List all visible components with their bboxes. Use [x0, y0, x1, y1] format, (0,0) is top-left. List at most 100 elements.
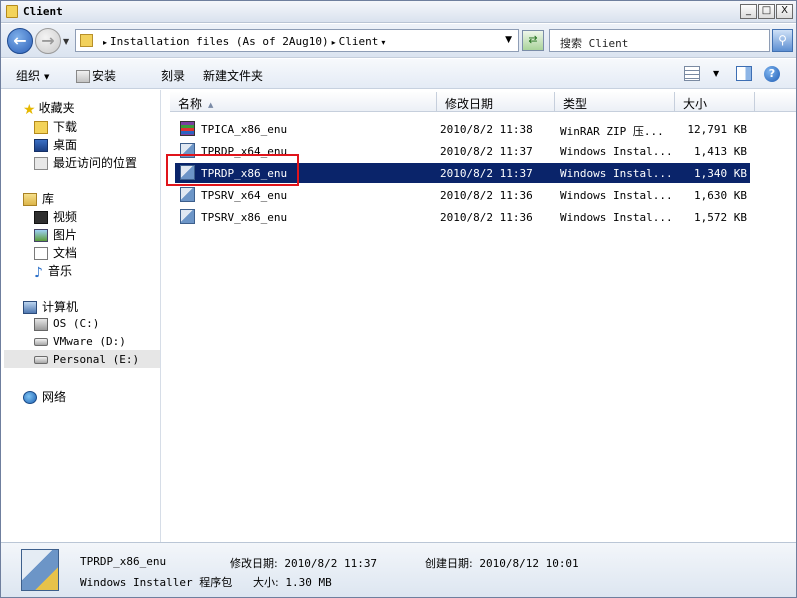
nav-label: Personal (E:): [53, 353, 140, 366]
burn-button[interactable]: 刻录: [161, 67, 185, 84]
file-modified: 2010/8/2 11:36: [440, 189, 533, 202]
msi-icon: [180, 165, 195, 180]
file-type: WinRAR ZIP 压...: [560, 125, 664, 138]
nav-downloads[interactable]: 下载: [34, 118, 77, 135]
table-row-selected[interactable]: TPRDP_x86_enu 2010/8/2 11:37 Windows Ins…: [175, 163, 750, 183]
details-created-label: 创建日期:: [425, 557, 473, 570]
file-type: Windows Instal...: [560, 189, 673, 202]
install-button[interactable]: 安装: [76, 67, 116, 84]
music-icon: ♪: [34, 265, 43, 281]
table-row[interactable]: TPSRV_x64_enu 2010/8/2 11:36 Windows Ins…: [175, 185, 750, 205]
library-icon: [23, 193, 37, 206]
address-dropdown-icon[interactable]: ▼: [505, 35, 512, 45]
nav-videos[interactable]: 视频: [34, 208, 77, 225]
chevron-down-icon[interactable]: ▼: [713, 69, 719, 78]
address-field[interactable]: ▸ Installation files (As of 2Aug10) ▸ Clien…: [75, 29, 519, 52]
details-modified-label: 修改日期:: [230, 557, 278, 570]
table-row[interactable]: TPSRV_x86_enu 2010/8/2 11:36 Windows Ins…: [175, 207, 750, 227]
nav-label: 计算机: [42, 300, 79, 314]
msi-icon: [180, 209, 195, 224]
nav-label: 下载: [53, 120, 78, 134]
maximize-button[interactable]: □: [758, 4, 775, 19]
back-button[interactable]: ←: [7, 28, 33, 54]
file-modified: 2010/8/2 11:36: [440, 211, 533, 224]
column-header-name[interactable]: 名称 ▲: [170, 92, 437, 112]
nav-favorites[interactable]: ★ 收藏夹: [23, 99, 75, 118]
breadcrumb-arrow-icon[interactable]: ▾: [381, 38, 385, 47]
msi-icon: [180, 187, 195, 202]
nav-libraries[interactable]: 库: [23, 190, 54, 207]
folder-icon: [6, 5, 18, 18]
search-input[interactable]: 搜索 Client: [549, 29, 770, 52]
details-file-type: Windows Installer 程序包: [80, 576, 233, 589]
breadcrumb-arrow-icon[interactable]: ▸: [103, 38, 107, 47]
file-size: 1,630 KB: [694, 189, 747, 202]
search-icon[interactable]: ⚲: [772, 29, 793, 52]
nav-label: 库: [42, 192, 55, 206]
recent-places-icon: [34, 157, 48, 170]
nav-music[interactable]: ♪ 音乐: [34, 262, 72, 281]
preview-pane-icon[interactable]: [736, 66, 752, 81]
nav-recent-places[interactable]: 最近访问的位置: [34, 154, 137, 171]
window-controls: _ □ X: [740, 4, 793, 19]
nav-label: OS (C:): [53, 317, 100, 330]
nav-desktop[interactable]: 桌面: [34, 136, 77, 153]
folder-icon: [80, 34, 93, 47]
nav-network[interactable]: 网络: [23, 388, 66, 405]
table-row[interactable]: TPICA_x86_enu 2010/8/2 11:38 WinRAR ZIP …: [175, 119, 750, 139]
nav-label: 音乐: [47, 264, 72, 278]
details-created: 创建日期: 2010/8/12 10:01: [425, 555, 579, 571]
nav-pictures[interactable]: 图片: [34, 226, 77, 243]
column-header-modified[interactable]: 修改日期: [437, 92, 555, 112]
breadcrumb-arrow-icon[interactable]: ▸: [332, 38, 336, 47]
installer-icon: [76, 70, 90, 83]
breadcrumb: ▸ Installation files (As of 2Aug10) ▸ Clien…: [100, 35, 388, 48]
command-bar: 组织 ▼ 安装 刻录 新建文件夹 ▼ ?: [1, 59, 796, 89]
breadcrumb-item[interactable]: Client: [339, 35, 379, 48]
drive-icon: [34, 356, 48, 364]
breadcrumb-item[interactable]: Installation files (As of 2Aug10): [110, 35, 329, 48]
view-options-icon[interactable]: [684, 66, 700, 81]
column-header-type[interactable]: 类型: [555, 92, 675, 112]
nav-drive-d[interactable]: VMware (D:): [34, 335, 126, 348]
system-drive-icon: [34, 317, 48, 331]
nav-documents[interactable]: 文档: [34, 244, 77, 261]
nav-label: 桌面: [53, 138, 78, 152]
organize-button[interactable]: 组织 ▼: [16, 67, 49, 84]
file-name: TPRDP_x86_enu: [201, 167, 288, 180]
navigation-pane: ★ 收藏夹 下载 桌面 最近访问的位置 库 视频 图片 文档 ♪ 音乐 计算机 OS…: [1, 90, 161, 542]
nav-computer[interactable]: 计算机: [23, 298, 78, 315]
new-folder-button[interactable]: 新建文件夹: [203, 67, 263, 84]
column-header-size[interactable]: 大小: [675, 92, 755, 112]
nav-label: 网络: [42, 390, 67, 404]
nav-drive-e[interactable]: Personal (E:): [34, 353, 139, 366]
organize-label: 组织: [16, 69, 41, 83]
nav-label: 视频: [53, 210, 78, 224]
file-size: 12,791 KB: [687, 123, 747, 136]
column-header-filler: [755, 92, 796, 112]
video-icon: [34, 211, 48, 224]
file-name: TPSRV_x64_enu: [201, 189, 288, 202]
details-pane: TPRDP_x86_enu Windows Installer 程序包 修改日期…: [1, 542, 796, 597]
nav-label: 图片: [53, 228, 78, 242]
computer-icon: [23, 301, 37, 314]
recent-pages-dropdown[interactable]: ▼: [63, 37, 69, 46]
winrar-icon: [180, 121, 195, 136]
help-icon[interactable]: ?: [764, 66, 780, 82]
install-label: 安装: [92, 69, 117, 83]
file-size: 1,572 KB: [694, 211, 747, 224]
column-label: 名称: [178, 97, 203, 111]
nav-drive-c[interactable]: OS (C:): [34, 317, 99, 331]
file-modified: 2010/8/2 11:37: [440, 167, 533, 180]
close-button[interactable]: X: [776, 4, 793, 19]
title-bar[interactable]: Client _ □ X: [1, 1, 796, 23]
installer-package-icon: [21, 549, 59, 591]
details-size-label: 大小:: [253, 576, 279, 589]
minimize-button[interactable]: _: [740, 4, 757, 19]
forward-button[interactable]: →: [35, 28, 61, 54]
download-folder-icon: [34, 121, 48, 134]
table-row[interactable]: TPRDP_x64_enu 2010/8/2 11:37 Windows Ins…: [175, 141, 750, 161]
refresh-button[interactable]: ⇄: [522, 30, 544, 51]
file-name: TPSRV_x86_enu: [201, 211, 288, 224]
details-size-value: 1.30 MB: [285, 576, 332, 589]
